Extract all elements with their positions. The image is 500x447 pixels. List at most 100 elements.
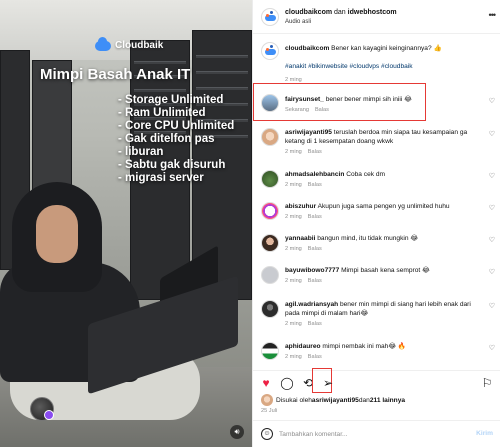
comments-panel: cloudbaikcom dan idwebhostcom Audio asli… [252,0,500,447]
more-horizontal-icon[interactable]: ••• [489,10,497,20]
comment-meta: 2 ming Balas [285,321,328,327]
bookmark-icon[interactable]: ⚐ [480,376,494,390]
author-line: cloudbaikcom dan idwebhostcom [285,9,397,16]
brand-logo: Cloudbaik [95,36,164,51]
comment-meta: 2 ming Balas [285,214,328,220]
comment-time: 2 ming [285,321,302,327]
comment-text: asriwijayanti95 teruslah berdoa min siap… [285,128,485,146]
heart-icon[interactable]: ♡ [489,204,495,212]
comment-body: Coba cek dm [344,171,386,178]
comment-time: 2 ming [285,278,302,284]
caption-text: cloudbaikcom Bener kan kayagini keingina… [285,44,485,53]
comment-meta: 2 ming Balas [285,149,328,155]
comment-body: Akupun juga sama pengen yg unlimited huh… [316,203,450,210]
liked-username[interactable]: asriwijayanti95 [312,397,359,404]
author-avatar[interactable] [261,42,279,60]
comment-time: 2 ming [285,182,302,188]
caption-body: Bener kan kayagini keinginannya? 👍 [329,45,442,52]
comment-time: 2 ming [285,149,302,155]
comment-text: aphidaureo mimpi nembak ini mah😂 🔥 [285,342,485,351]
heart-icon[interactable]: ♡ [489,130,495,138]
speaker-icon[interactable]: 🔊︎ [230,425,244,439]
audio-label[interactable]: Audio asli [285,19,311,25]
heart-icon[interactable]: ♡ [489,172,495,180]
cloud-icon [95,36,111,51]
comment-username[interactable]: bayuwibowo7777 [285,267,339,274]
feature-item-continuation: migrasi server [118,172,234,185]
caption-username[interactable]: cloudbaikcom [285,45,329,52]
reply-button[interactable]: Balas [308,354,322,360]
heart-icon[interactable]: ♡ [489,236,495,244]
post-header: cloudbaikcom dan idwebhostcom Audio asli… [253,0,500,34]
comment-username[interactable]: aphidaureo [285,343,321,350]
comment-time: 2 ming [285,354,302,360]
media-headline: Mimpi Basah Anak IT [40,66,191,83]
comment-meta: 2 ming Balas [285,278,328,284]
liker-avatar [261,394,273,406]
reply-button[interactable]: Balas [308,321,322,327]
connector-text: dan [332,9,348,16]
feature-item: Gak ditelfon pas [118,133,234,146]
person-face [36,205,78,263]
heart-icon[interactable]: ♡ [489,302,495,310]
send-button[interactable]: Kirim [476,430,493,437]
comment-text: yannaabii bangun mind, itu tidak mungkin… [285,234,485,243]
comment-input[interactable] [279,427,459,441]
comment-username[interactable]: abiszuhur [285,203,316,210]
brand-name: Cloudbaik [115,40,164,51]
commenter-avatar[interactable] [261,202,279,220]
comment-body: bangun mind, itu tidak mungkin 😂 [315,235,419,242]
reply-button[interactable]: Balas [308,214,322,220]
caption: cloudbaikcom Bener kan kayagini keingina… [253,40,500,88]
send-icon[interactable]: ➢ [321,376,335,390]
reply-button[interactable]: Balas [308,278,322,284]
heart-icon[interactable]: ♡ [489,344,495,352]
comment-username[interactable]: agil.wadriansyah [285,301,338,308]
feature-list: Storage Unlimited Ram Unlimited Core CPU… [118,94,234,185]
comment-username[interactable]: ahmadsalehbancin [285,171,344,178]
feature-item: Storage Unlimited [118,94,234,107]
badge-icon [44,410,54,420]
liked-count[interactable]: 211 lainnya [370,397,405,404]
liked-prefix: Disukai oleh [276,396,312,404]
reply-button[interactable]: Balas [308,149,322,155]
comment-text: ahmadsalehbancin Coba cek dm [285,170,485,179]
comment-time: 2 ming [285,214,302,220]
post-media[interactable]: Cloudbaik Mimpi Basah Anak IT Storage Un… [0,0,252,447]
heart-icon[interactable]: ♥ [259,376,273,390]
comment-username[interactable]: asriwijayanti95 [285,129,332,136]
author-username[interactable]: cloudbaikcom [285,9,332,16]
likes-summary: Disukai oleh asriwijayanti95 dan 211 lai… [261,394,405,406]
comment-body: mimpi nembak ini mah😂 🔥 [320,343,407,350]
comment-text: agil.wadriansyah bener min mimpi di sian… [285,300,485,318]
comment-highlight [253,83,426,121]
reply-button[interactable]: Balas [308,246,322,252]
comment-text: abiszuhur Akupun juga sama pengen yg unl… [285,202,485,211]
collab-username[interactable]: idwebhostcom [348,9,397,16]
heart-icon[interactable]: ♡ [489,268,495,276]
comment-icon[interactable]: ◯ [280,376,294,390]
commenter-avatar[interactable] [261,342,279,360]
feature-item: Ram Unlimited [118,107,234,120]
feature-item-continuation: liburan [118,146,234,159]
feature-item: Core CPU Unlimited [118,120,234,133]
heart-icon[interactable]: ♡ [489,97,495,105]
commenter-avatar[interactable] [261,234,279,252]
commenter-avatar[interactable] [261,128,279,146]
author-avatar[interactable] [261,8,279,26]
comment-time: 2 ming [285,246,302,252]
reply-button[interactable]: Balas [308,182,322,188]
comment-composer: ☺ Kirim [253,420,500,447]
post-date: 25 Juli [261,408,278,414]
commenter-avatar[interactable] [261,170,279,188]
emoji-icon[interactable]: ☺ [261,428,273,440]
comment-meta: 2 ming Balas [285,246,328,252]
commenter-avatar[interactable] [261,266,279,284]
comment-meta: 2 ming Balas [285,182,328,188]
comment-username[interactable]: yannaabii [285,235,315,242]
commenter-avatar[interactable] [261,300,279,318]
comment-meta: 2 ming Balas [285,354,328,360]
caption-hashtags[interactable]: #anakit #bikinwebsite #cloudvps #cloudba… [285,62,485,71]
action-bar: ♥ ◯ ⟲ ➢ ⚐ Disukai oleh asriwijayanti95 d… [253,368,500,420]
liked-mid: dan [358,396,370,404]
